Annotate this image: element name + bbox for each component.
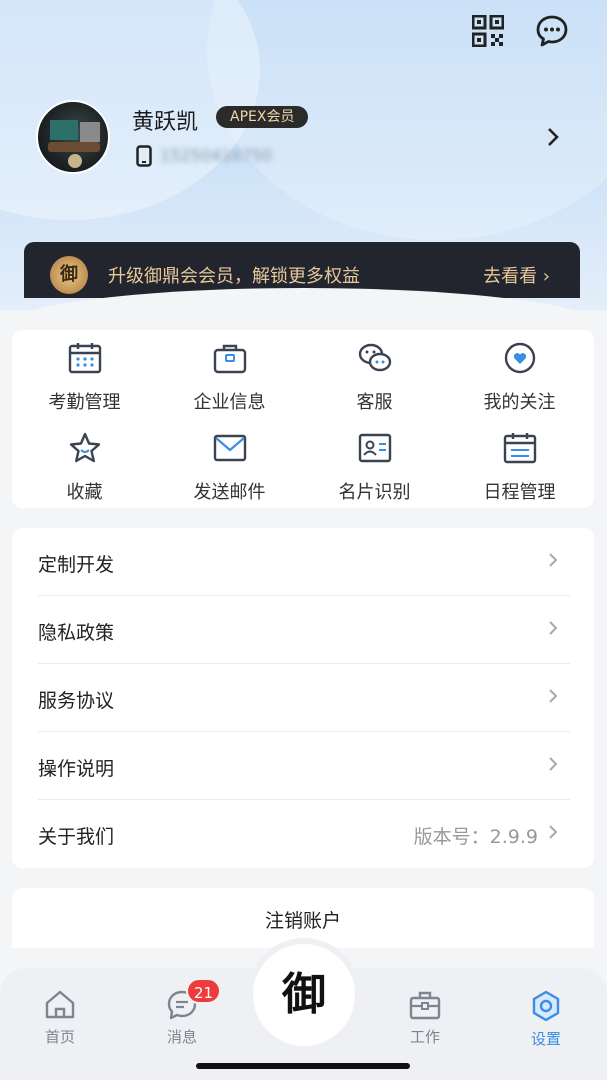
phone-icon [136,145,152,171]
chevron-right-icon [548,824,558,844]
grid-item-customer-service[interactable]: 客服 [302,342,447,414]
tab-home[interactable]: 首页 [20,990,100,1047]
phone-number: 15250416750 [160,146,272,165]
tab-label: 消息 [166,1028,197,1046]
top-actions [469,12,571,50]
vip-view-button[interactable]: 去看看 › [483,262,550,288]
grid-item-label: 考勤管理 [48,392,121,413]
avatar[interactable] [36,100,110,174]
menu-item-instructions[interactable]: 操作说明 [38,732,570,800]
tab-label: 设置 [530,1030,561,1048]
tab-label: 首页 [44,1028,75,1046]
grid-item-label: 名片识别 [338,482,411,503]
vip-logo-icon: 御 [50,256,88,294]
grid-item-attendance[interactable]: 考勤管理 [12,342,157,414]
toolbox-icon [409,991,441,1024]
chevron-right-icon [548,688,558,708]
grid-item-label: 收藏 [66,482,103,503]
wechat-chat-icon [358,342,392,378]
grid-item-label: 企业信息 [193,392,266,413]
id-card-icon [358,433,392,467]
vip-banner-text: 升级御鼎会会员，解锁更多权益 [108,266,360,287]
delete-account-label: 注销账户 [264,910,341,932]
tab-label: 工作 [409,1028,440,1046]
chevron-right-icon [548,552,558,572]
grid-item-favorites[interactable]: 收藏 [12,432,157,504]
menu-item-about-us[interactable]: 关于我们 版本号：2.9.9 [38,800,570,868]
grid-item-schedule[interactable]: 日程管理 [447,432,592,504]
grid-item-label: 客服 [356,392,393,413]
grid-item-card-scan[interactable]: 名片识别 [302,432,447,504]
mail-icon [213,433,247,467]
profile-section[interactable]: 黄跃凯 APEX会员 15250416750 [36,100,576,176]
tab-settings[interactable]: 设置 [506,990,586,1049]
menu-item-label: 隐私政策 [38,622,115,644]
membership-badge: APEX会员 [216,106,309,128]
grid-item-label: 我的关注 [483,392,556,413]
chevron-right-icon [548,756,558,776]
delete-account-button[interactable]: 注销账户 [12,888,594,948]
menu-item-service-agreement[interactable]: 服务协议 [38,664,570,732]
center-brand-logo[interactable]: 御 [253,944,355,1046]
message-icon [166,990,198,1024]
home-icon [44,990,76,1024]
menu-item-label: 定制开发 [38,554,115,576]
grid-item-send-email[interactable]: 发送邮件 [157,432,302,504]
chevron-right-icon [548,620,558,640]
grid-item-my-follows[interactable]: 我的关注 [447,342,592,414]
user-name: 黄跃凯 [132,110,199,135]
menu-item-label: 操作说明 [38,758,115,780]
heart-circle-icon [503,341,537,379]
calendar-icon [68,342,102,378]
menu-item-label: 关于我们 [38,826,115,848]
grid-item-company-info[interactable]: 企业信息 [157,342,302,414]
version-text: 版本号：2.9.9 [413,826,538,848]
star-icon [68,431,102,469]
settings-menu: 定制开发 隐私政策 服务协议 操作说明 关于我们 版本号：2.9.9 [12,528,594,868]
feature-grid: 考勤管理 企业信息 客服 我的关注 收藏 发送邮件 名片识别 日程管理 [12,330,594,508]
message-count-badge: 21 [186,978,222,1004]
tab-work[interactable]: 工作 [385,990,465,1047]
grid-item-label: 发送邮件 [193,482,266,503]
menu-item-label: 服务协议 [38,690,115,712]
home-indicator [196,1063,410,1069]
menu-item-privacy-policy[interactable]: 隐私政策 [38,596,570,664]
settings-hexagon-icon [530,990,562,1026]
briefcase-icon [213,342,247,378]
qr-code-icon[interactable] [469,12,507,50]
grid-item-label: 日程管理 [483,482,556,503]
chevron-right-icon[interactable] [546,126,560,152]
chat-bubble-icon[interactable] [533,12,571,50]
menu-item-custom-development[interactable]: 定制开发 [38,528,570,596]
schedule-icon [503,432,537,468]
